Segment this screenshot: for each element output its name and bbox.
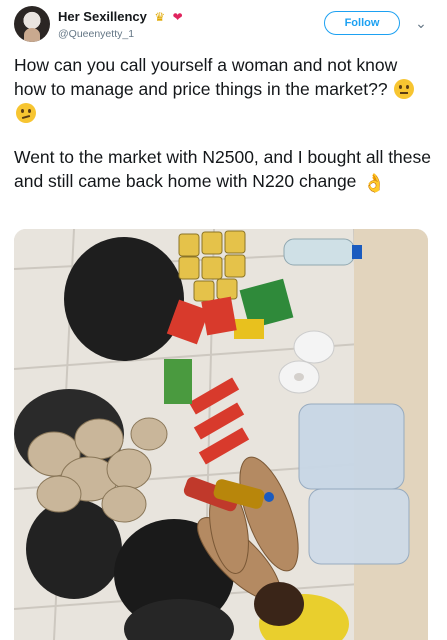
eye-roll-face-icon bbox=[394, 79, 415, 99]
user-handle[interactable]: @Queenyetty_1 bbox=[58, 28, 183, 40]
tweet-photo[interactable] bbox=[14, 229, 428, 640]
chevron-down-icon[interactable]: ⌄ bbox=[412, 14, 430, 32]
ok-hand-icon: 👌 bbox=[363, 173, 386, 193]
tweet-paragraph-2: Went to the market with N2500, and I bou… bbox=[14, 147, 432, 193]
market-goods-image bbox=[14, 229, 428, 640]
user-info[interactable]: Her Sexillency ♛ ❤ @Queenyetty_1 bbox=[58, 8, 183, 40]
heart-icon: ❤ bbox=[172, 9, 183, 24]
avatar[interactable] bbox=[14, 6, 50, 42]
tweet-paragraph-1: How can you call yourself a woman and no… bbox=[14, 53, 434, 125]
tweet-text: How can you call yourself a woman and no… bbox=[14, 53, 434, 195]
tweet-card: Her Sexillency ♛ ❤ @Queenyetty_1 Follow … bbox=[0, 0, 447, 640]
follow-button[interactable]: Follow bbox=[324, 11, 400, 35]
display-name[interactable]: Her Sexillency bbox=[58, 9, 147, 24]
tweet-header: Her Sexillency ♛ ❤ @Queenyetty_1 Follow … bbox=[14, 6, 439, 44]
confused-face-icon bbox=[16, 103, 36, 123]
crown-icon: ♛ bbox=[154, 9, 166, 24]
